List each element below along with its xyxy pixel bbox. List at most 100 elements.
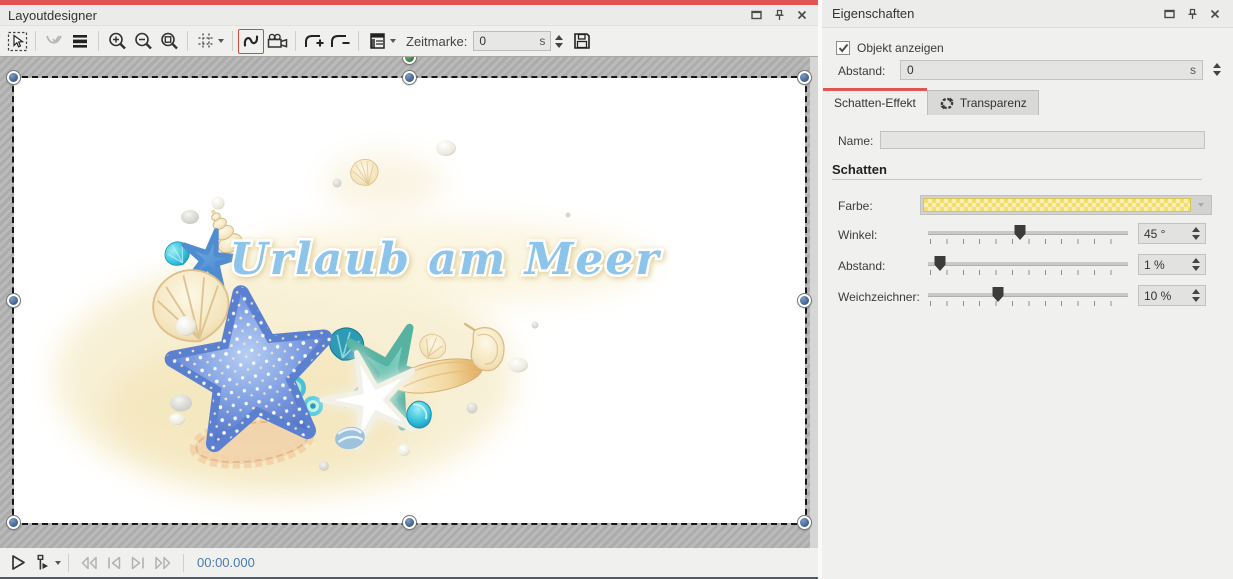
abstand-zeit-label: Abstand: bbox=[838, 64, 885, 78]
grid-dropdown-icon[interactable] bbox=[218, 39, 224, 43]
playback-time: 00:00.000 bbox=[197, 555, 255, 570]
resize-handle-top-center[interactable] bbox=[403, 71, 416, 84]
objekt-anzeigen-row: Objekt anzeigen bbox=[836, 40, 944, 56]
play-options-dropdown-icon[interactable] bbox=[55, 561, 61, 565]
resize-handle-top-right[interactable] bbox=[798, 71, 811, 84]
toolbar-separator bbox=[187, 31, 188, 51]
name-row: Name: bbox=[822, 131, 1233, 149]
slider-thumb[interactable] bbox=[993, 287, 1004, 302]
weichzeichner-slider[interactable] bbox=[928, 287, 1128, 309]
slider-track[interactable] bbox=[928, 262, 1128, 266]
grid-icon[interactable] bbox=[193, 29, 227, 54]
transparency-icon bbox=[939, 96, 955, 111]
abstand-spinbox[interactable]: 1 % bbox=[1138, 254, 1206, 275]
play-icon[interactable] bbox=[6, 551, 30, 575]
abstand-label: Abstand: bbox=[838, 259, 885, 273]
slider-thumb[interactable] bbox=[1015, 225, 1026, 240]
close-icon[interactable] bbox=[794, 8, 810, 22]
winkel-spinbox[interactable]: 45 ° bbox=[1138, 223, 1206, 244]
keyframe-table-icon[interactable] bbox=[364, 29, 400, 54]
step-forward-icon[interactable] bbox=[126, 551, 150, 575]
resize-handle-bottom-center[interactable] bbox=[403, 516, 416, 529]
resize-handle-top-left[interactable] bbox=[7, 71, 20, 84]
maximize-icon[interactable] bbox=[748, 8, 764, 22]
playback-bar: 00:00.000 bbox=[0, 548, 818, 577]
eigenschaften-panel: Eigenschaften Objekt anzeigen Abstand: 0… bbox=[822, 0, 1233, 579]
slider-ticks bbox=[930, 239, 1127, 244]
resize-handle-middle-right[interactable] bbox=[798, 294, 811, 307]
abstand-slider[interactable] bbox=[928, 256, 1128, 278]
zeitmarke-spinner[interactable] bbox=[555, 35, 563, 48]
layers-icon[interactable] bbox=[67, 29, 93, 54]
farbe-label: Farbe: bbox=[838, 199, 873, 213]
toolbar-separator bbox=[232, 31, 233, 51]
weichzeichner-label: Weichzeichner: bbox=[838, 290, 920, 304]
spin-down-icon[interactable] bbox=[1192, 235, 1200, 240]
zeitmarke-label: Zeitmarke: bbox=[406, 34, 467, 49]
spin-up-icon[interactable] bbox=[555, 35, 563, 40]
layoutdesigner-toolbar: Zeitmarke: 0 s bbox=[0, 26, 818, 57]
shadow-color-picker[interactable] bbox=[920, 195, 1212, 215]
toolbar-separator bbox=[358, 31, 359, 51]
camera-icon[interactable] bbox=[264, 29, 290, 54]
design-canvas[interactable]: Urlaub am Meer bbox=[14, 78, 805, 523]
playbar-separator bbox=[68, 554, 69, 572]
weichzeichner-value: 10 % bbox=[1144, 289, 1188, 303]
skip-end-icon[interactable] bbox=[150, 551, 176, 575]
shadow-color-swatch bbox=[923, 198, 1191, 212]
abstand-zeit-value: 0 bbox=[907, 63, 1190, 77]
zoom-in-icon[interactable] bbox=[104, 29, 130, 54]
winkel-value: 45 ° bbox=[1144, 227, 1188, 241]
resize-handle-bottom-right[interactable] bbox=[798, 516, 811, 529]
spin-up-icon[interactable] bbox=[1192, 227, 1200, 232]
zeitmarke-input[interactable]: 0 s bbox=[473, 31, 551, 51]
spin-up-icon[interactable] bbox=[1213, 63, 1221, 68]
winkel-slider[interactable] bbox=[928, 225, 1128, 247]
spin-down-icon[interactable] bbox=[1192, 266, 1200, 271]
resize-handle-bottom-left[interactable] bbox=[7, 516, 20, 529]
color-dropdown-icon[interactable] bbox=[1191, 203, 1209, 207]
slider-track[interactable] bbox=[928, 293, 1128, 297]
keyframe-remove-icon[interactable] bbox=[327, 29, 353, 54]
maximize-icon[interactable] bbox=[1161, 7, 1177, 21]
rotate-handle[interactable] bbox=[403, 57, 416, 64]
tab-transparenz[interactable]: Transparenz bbox=[927, 90, 1039, 115]
save-icon[interactable] bbox=[569, 29, 595, 54]
zoom-fit-icon[interactable] bbox=[156, 29, 182, 54]
zeitmarke-value: 0 bbox=[479, 34, 539, 48]
close-icon[interactable] bbox=[1207, 7, 1223, 21]
curve-select-icon[interactable] bbox=[41, 29, 67, 54]
pin-icon[interactable] bbox=[1184, 7, 1200, 21]
tab-label: Schatten-Effekt bbox=[834, 96, 916, 110]
slider-ticks bbox=[930, 270, 1127, 275]
pin-icon[interactable] bbox=[771, 8, 787, 22]
spline-tool-icon[interactable] bbox=[238, 29, 264, 54]
spin-down-icon[interactable] bbox=[1192, 297, 1200, 302]
skip-start-icon[interactable] bbox=[76, 551, 102, 575]
step-back-icon[interactable] bbox=[102, 551, 126, 575]
resize-handle-middle-left[interactable] bbox=[7, 294, 20, 307]
spin-up-icon[interactable] bbox=[1192, 289, 1200, 294]
zoom-out-icon[interactable] bbox=[130, 29, 156, 54]
layoutdesigner-title: Layoutdesigner bbox=[8, 8, 748, 23]
eigenschaften-title: Eigenschaften bbox=[832, 6, 1161, 21]
abstand-zeit-spinner[interactable] bbox=[1213, 63, 1221, 76]
keyframe-add-icon[interactable] bbox=[301, 29, 327, 54]
name-input[interactable] bbox=[880, 131, 1205, 149]
spin-down-icon[interactable] bbox=[1213, 71, 1221, 76]
abstand-zeit-row: Abstand: 0 s bbox=[822, 60, 1233, 80]
toolbar-separator bbox=[35, 31, 36, 51]
slider-track[interactable] bbox=[928, 231, 1128, 235]
abstand-zeit-input[interactable]: 0 s bbox=[900, 60, 1203, 80]
play-from-marker-icon[interactable] bbox=[30, 551, 54, 575]
abstand-zeit-unit: s bbox=[1190, 63, 1196, 77]
tab-schatten-effekt[interactable]: Schatten-Effekt bbox=[823, 88, 927, 115]
select-tool-icon[interactable] bbox=[4, 29, 30, 54]
slider-thumb[interactable] bbox=[935, 256, 946, 271]
objekt-anzeigen-checkbox[interactable] bbox=[836, 41, 850, 55]
objekt-anzeigen-label: Objekt anzeigen bbox=[857, 41, 944, 55]
keyframe-table-dropdown-icon[interactable] bbox=[390, 39, 396, 43]
weichzeichner-spinbox[interactable]: 10 % bbox=[1138, 285, 1206, 306]
spin-down-icon[interactable] bbox=[555, 43, 563, 48]
spin-up-icon[interactable] bbox=[1192, 258, 1200, 263]
